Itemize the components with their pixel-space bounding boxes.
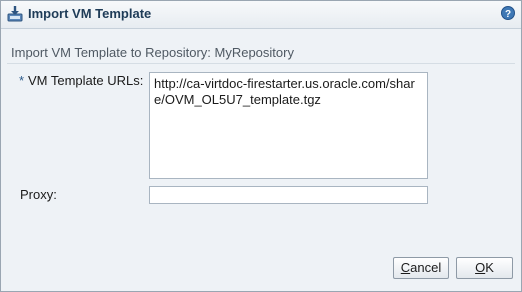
proxy-label: Proxy: xyxy=(20,187,57,202)
dialog-title: Import VM Template xyxy=(28,6,152,21)
cancel-label-rest: ancel xyxy=(410,260,442,275)
dialog-titlebar[interactable]: Import VM Template ? xyxy=(1,1,521,29)
ok-label-rest: K xyxy=(485,260,494,275)
cancel-mnemonic: C xyxy=(400,260,411,275)
vm-template-urls-textarea[interactable]: http://ca-virtdoc-firestarter.us.oracle.… xyxy=(149,72,428,179)
help-icon[interactable]: ? xyxy=(501,6,515,20)
vm-template-urls-label: VM Template URLs: xyxy=(28,73,144,88)
required-indicator: * xyxy=(19,73,25,88)
import-vm-template-dialog: Import VM Template ? Import VM Template … xyxy=(0,0,522,292)
dialog-subtitle: Import VM Template to Repository: MyRepo… xyxy=(11,45,294,60)
proxy-input[interactable] xyxy=(149,186,428,204)
cancel-button[interactable]: Cancel xyxy=(393,257,449,279)
svg-text:?: ? xyxy=(505,9,511,20)
section-divider xyxy=(7,63,515,64)
import-download-icon xyxy=(6,5,24,23)
ok-button[interactable]: OK xyxy=(456,257,513,279)
ok-mnemonic: O xyxy=(475,260,486,275)
